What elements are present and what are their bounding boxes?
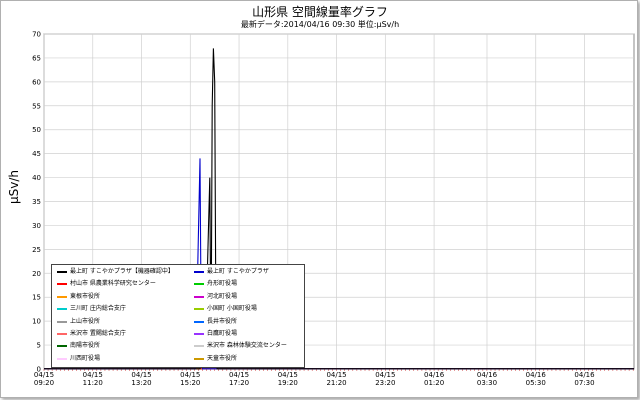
legend-swatch (57, 333, 67, 335)
x-tick-date: 04/16 (526, 371, 547, 379)
x-tick-time: 19:20 (278, 379, 298, 387)
x-tick-time: 15:20 (180, 379, 200, 387)
legend-swatch (57, 357, 67, 360)
legend-item: 三川町 庄内総合支庁 (57, 305, 126, 313)
x-tick-date: 04/15 (326, 371, 346, 379)
y-tick-label: 60 (32, 78, 41, 86)
legend-label: 舟形町役場 (207, 280, 238, 288)
x-tick-time: 17:20 (229, 379, 249, 387)
x-tick-time: 21:20 (326, 379, 346, 387)
legend-label: 米沢市 置賜総合支庁 (70, 330, 126, 337)
x-tick-date: 04/16 (477, 371, 498, 379)
legend-swatch (57, 283, 67, 286)
legend-label: 米沢市 森林体験交流センター (207, 342, 287, 350)
legend-item: 米沢市 置賜総合支庁 (57, 330, 126, 338)
x-tick-time: 09:20 (34, 379, 54, 387)
x-tick-date: 04/15 (34, 371, 54, 379)
legend-swatch (194, 345, 204, 348)
x-tick-time: 13:20 (131, 379, 151, 387)
legend-swatch (194, 295, 204, 298)
y-tick-label: 65 (32, 54, 41, 62)
legend-item: 東根市役所 (57, 293, 100, 301)
x-tick-date: 04/15 (229, 371, 249, 379)
legend-item: 舟形町役場 (194, 280, 237, 288)
legend-item: 天童市役所 (194, 355, 237, 363)
legend-item: 上山市役所 (57, 318, 100, 326)
x-tick-date: 04/15 (131, 371, 151, 379)
y-tick-label: 25 (32, 246, 41, 254)
x-tick-time: 01:20 (424, 379, 444, 387)
legend-swatch (194, 283, 204, 286)
legend-item: 白鷹町役場 (194, 330, 237, 338)
legend-label: 小国町 小国町役場 (207, 305, 257, 313)
legend-item: 川西町役場 (57, 355, 100, 363)
y-tick-label: 5 (37, 342, 41, 350)
legend-label: 東根市役所 (70, 292, 101, 300)
legend-label: 最上町 すこやかプラザ【機器確認中】 (70, 268, 174, 275)
legend-item: 米沢市 森林体験交流センター (194, 342, 287, 350)
y-tick-label: 20 (32, 270, 41, 278)
y-tick-label: 50 (32, 126, 41, 134)
legend-label: 天童市役所 (207, 354, 238, 362)
legend-item: 小国町 小国町役場 (194, 305, 257, 313)
legend-swatch (57, 308, 67, 311)
x-tick-date: 04/15 (375, 371, 395, 379)
legend-label: 川西町役場 (70, 354, 101, 362)
x-tick-time: 11:20 (83, 379, 103, 387)
y-tick-label: 30 (32, 222, 41, 230)
legend-label: 最上町 すこやかプラザ (207, 268, 269, 275)
legend-label: 上山市役所 (70, 317, 101, 325)
y-tick-label: 45 (32, 150, 41, 158)
legend-item: 長井市役所 (194, 318, 237, 326)
x-tick-time: 23:20 (375, 379, 395, 387)
legend-swatch (57, 320, 67, 323)
x-tick-date: 04/15 (83, 371, 103, 379)
legend-item: 南陽市役所 (57, 342, 100, 350)
x-tick-date: 04/15 (278, 371, 298, 379)
legend-item: 河北町役場 (194, 293, 237, 301)
x-tick-date: 04/15 (180, 371, 200, 379)
y-tick-label: 10 (32, 318, 41, 326)
legend-swatch (57, 271, 67, 273)
legend-label: 村山市 県農業科学研究センター (70, 280, 156, 288)
legend-label: 河北町役場 (207, 292, 238, 300)
legend-item: 最上町 すこやかプラザ (194, 268, 269, 276)
x-tick-time: 03:30 (477, 379, 497, 387)
legend-label: 白鷹町役場 (207, 330, 238, 337)
y-tick-label: 40 (32, 174, 41, 182)
legend-label: 三川町 庄内総合支庁 (70, 305, 126, 313)
x-tick-time: 05:30 (526, 379, 546, 387)
legend-item: 最上町 すこやかプラザ【機器確認中】 (57, 268, 174, 276)
legend-swatch (57, 345, 67, 348)
y-tick-label: 35 (32, 198, 41, 206)
legend-swatch (194, 357, 204, 360)
y-tick-label: 70 (32, 31, 41, 39)
legend-swatch (57, 295, 67, 298)
legend: 最上町 すこやかプラザ【機器確認中】 最上町 すこやかプラザ村山市 県農業科学研究… (51, 264, 305, 368)
legend-swatch (194, 320, 204, 323)
legend-label: 長井市役所 (207, 317, 238, 325)
legend-swatch (194, 333, 204, 335)
x-tick-time: 07:30 (574, 379, 594, 387)
legend-label: 南陽市役所 (70, 342, 101, 350)
x-tick-date: 04/16 (574, 371, 595, 379)
x-tick-date: 04/16 (424, 371, 445, 379)
legend-item: 村山市 県農業科学研究センター (57, 280, 156, 288)
legend-swatch (194, 308, 204, 311)
y-tick-label: 15 (32, 294, 41, 302)
y-tick-label: 55 (32, 102, 41, 110)
legend-swatch (194, 271, 204, 273)
